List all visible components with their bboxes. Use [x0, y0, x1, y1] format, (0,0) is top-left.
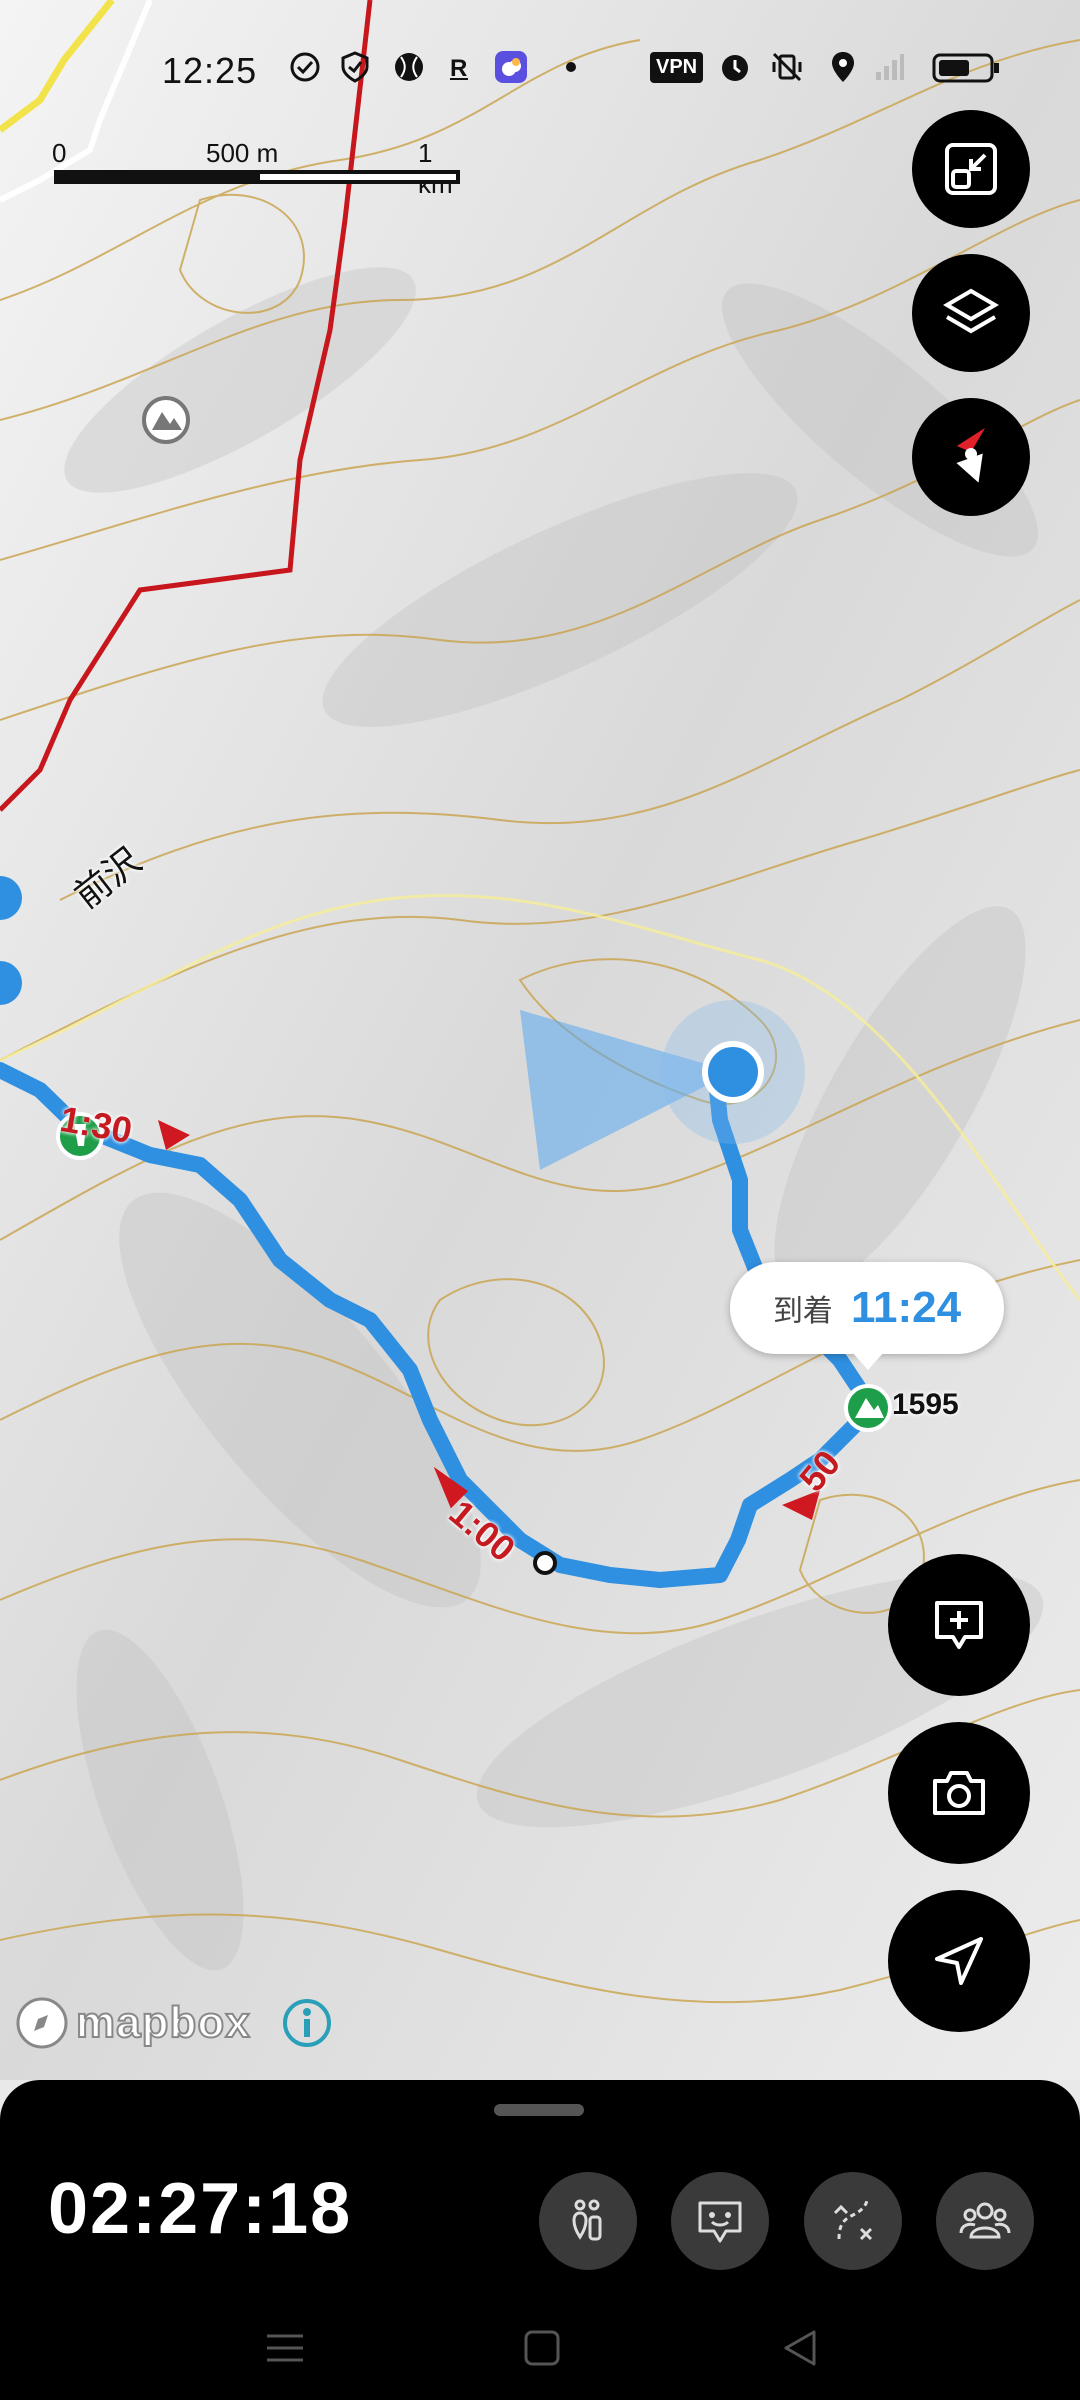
- back-nav-button[interactable]: [770, 2328, 830, 2368]
- arrival-callout[interactable]: 到着 11:24: [730, 1262, 1004, 1370]
- scale-end: 1 km: [418, 138, 453, 199]
- layers-button[interactable]: [912, 254, 1030, 372]
- baseball-icon: [395, 53, 423, 81]
- alarm-icon: [722, 55, 748, 81]
- layers-icon: [943, 288, 999, 334]
- scale-bar: 0 500 m 1 km: [52, 138, 462, 199]
- compass-button[interactable]: [912, 398, 1030, 516]
- vibrate-off-icon: [772, 52, 802, 82]
- navigate-button[interactable]: [888, 1890, 1030, 2032]
- scale-mid: 500 m: [206, 138, 279, 168]
- chat-icon: [698, 2201, 742, 2243]
- battery-icon: [932, 53, 999, 83]
- checkpoint-list-button[interactable]: [539, 2172, 637, 2270]
- navigate-icon: [935, 1937, 983, 1985]
- signal-icon: [876, 54, 904, 80]
- location-icon: [832, 52, 854, 82]
- r-icon: R: [450, 55, 468, 82]
- check-circle-icon: [290, 52, 320, 82]
- checkpoint-list-icon: [572, 2199, 602, 2241]
- arrival-time: 11:24: [850, 1283, 962, 1332]
- scale-segment: [260, 174, 456, 180]
- group-button[interactable]: [936, 2172, 1034, 2270]
- vpn-icon: VPN: [650, 52, 704, 83]
- compass-icon: [956, 428, 985, 483]
- home-icon: [524, 2330, 560, 2366]
- add-memo-icon: [935, 1601, 983, 1649]
- route-off-icon: [833, 2200, 873, 2241]
- mapbox-logo-icon: [16, 1997, 68, 2049]
- weather-app-icon: [495, 51, 527, 83]
- camera-button[interactable]: [888, 1722, 1030, 1864]
- summit-elevation: 1595: [892, 1388, 959, 1421]
- elapsed-time: 02:27:18: [48, 2169, 353, 2249]
- scale-zero: 0: [52, 138, 67, 168]
- menu-nav-button[interactable]: [255, 2328, 315, 2368]
- home-nav-button[interactable]: [512, 2328, 572, 2368]
- status-time: 12:25: [162, 50, 258, 91]
- add-memo-button[interactable]: [888, 1554, 1030, 1696]
- shield-check-icon: [341, 51, 369, 83]
- svg-text:R: R: [450, 55, 467, 82]
- route-off-button[interactable]: [804, 2172, 902, 2270]
- back-icon: [784, 2330, 816, 2366]
- camera-icon: [933, 1771, 985, 1815]
- fit-route-button[interactable]: [912, 110, 1030, 228]
- fit-route-icon: [945, 143, 997, 195]
- menu-icon: [267, 2334, 303, 2362]
- info-icon[interactable]: [279, 1995, 335, 2051]
- bottom-panel[interactable]: 02:27:18: [0, 2080, 1080, 2400]
- arrival-label: 到着: [772, 1295, 833, 1328]
- group-icon: [959, 2202, 1011, 2239]
- drag-handle[interactable]: [494, 2104, 584, 2116]
- mapbox-wordmark: mapbox: [75, 1997, 251, 2048]
- mapbox-attribution[interactable]: mapbox: [14, 1995, 335, 2051]
- dot-icon: [566, 62, 576, 72]
- status-bar: 12:25 R VPN: [0, 40, 1080, 100]
- chat-button[interactable]: [671, 2172, 769, 2270]
